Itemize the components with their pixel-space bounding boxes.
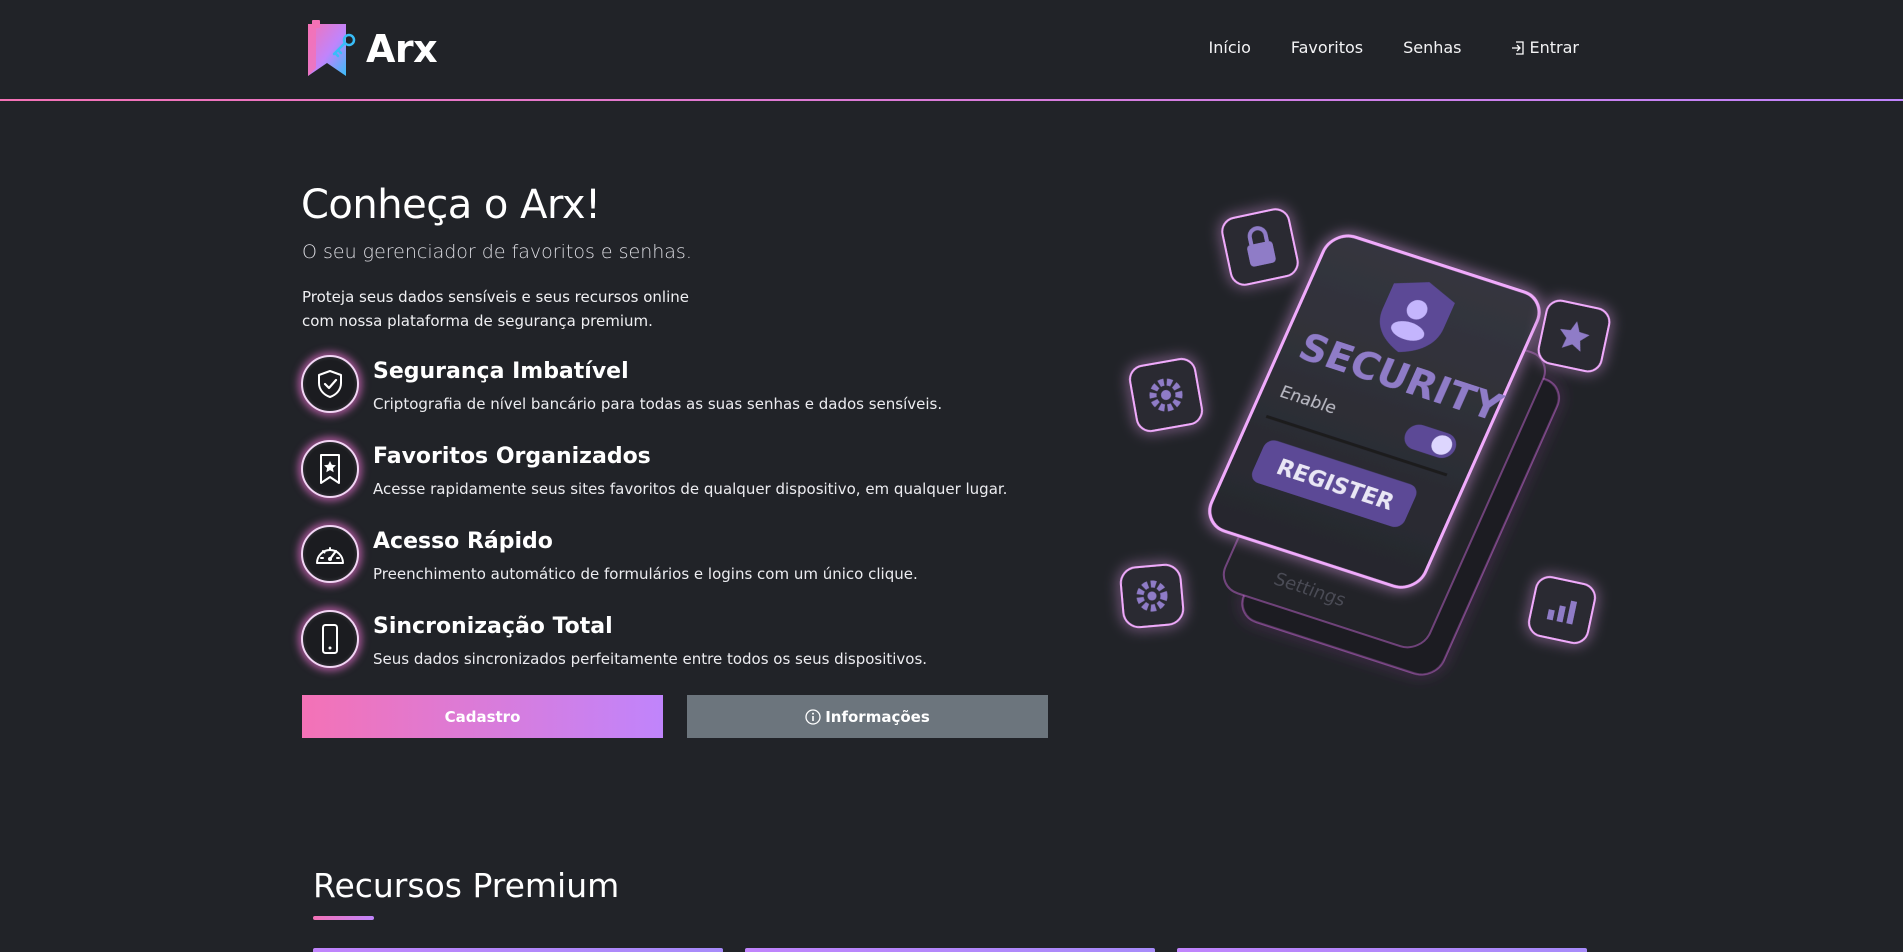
- feature-sync: Sincronização Total Seus dados sincroniz…: [301, 610, 1061, 672]
- bookmark-star-icon: [301, 440, 359, 498]
- feature-text: Seus dados sincronizados perfeitamente e…: [373, 650, 928, 668]
- section-title-underline: [313, 916, 374, 920]
- speedometer-icon: [301, 525, 359, 583]
- feature-favorites: Favoritos Organizados Acesse rapidamente…: [301, 440, 1061, 502]
- phone-icon: [301, 610, 359, 668]
- navbar: Arx Início Favoritos Senhas Entrar: [0, 0, 1903, 101]
- feature-security: Segurança Imbatível Criptografia de níve…: [301, 355, 1061, 417]
- brand-link[interactable]: Arx: [302, 18, 438, 80]
- hero-description: Proteja seus dados sensíveis e seus recu…: [302, 285, 722, 333]
- hero-description-line: com nossa plataforma de segurança premiu…: [302, 312, 653, 330]
- feature-text: Preenchimento automático de formulários …: [373, 565, 918, 583]
- nav-links: Início Favoritos Senhas Entrar: [1169, 38, 1579, 57]
- login-icon: [1511, 40, 1524, 55]
- nav-link-senhas[interactable]: Senhas: [1403, 38, 1461, 57]
- feature-title: Sincronização Total: [373, 614, 613, 639]
- premium-card: [1177, 948, 1587, 952]
- info-icon: [805, 708, 821, 725]
- informacoes-label: Informações: [825, 707, 930, 726]
- brand-name: Arx: [366, 27, 438, 71]
- nav-link-inicio[interactable]: Início: [1209, 38, 1251, 57]
- nav-link-favoritos[interactable]: Favoritos: [1291, 38, 1363, 57]
- hero-description-line: Proteja seus dados sensíveis e seus recu…: [302, 288, 689, 306]
- arx-logo-icon: [308, 20, 356, 76]
- cadastro-button[interactable]: Cadastro: [302, 695, 663, 738]
- hero-subtitle: O seu gerenciador de favoritos e senhas.: [302, 241, 692, 263]
- shield-check-icon: [301, 355, 359, 413]
- hero-title: Conheça o Arx!: [301, 182, 601, 228]
- feature-title: Acesso Rápido: [373, 529, 553, 554]
- gear-tile-icon: [1119, 563, 1185, 629]
- feature-title: Segurança Imbatível: [373, 359, 629, 384]
- lock-tile-icon: [1221, 208, 1299, 286]
- star-tile-icon: [1537, 299, 1611, 373]
- nav-link-entrar-label: Entrar: [1529, 38, 1579, 57]
- informacoes-button[interactable]: Informações: [687, 695, 1048, 738]
- feature-text: Acesse rapidamente seus sites favoritos …: [373, 480, 1008, 498]
- premium-card: [313, 948, 723, 952]
- feature-title: Favoritos Organizados: [373, 444, 651, 469]
- gear-tile-icon: [1128, 357, 1204, 433]
- chart-tile-icon: [1528, 576, 1596, 644]
- premium-card: [745, 948, 1155, 952]
- security-illustration: Settings SECURITY Enable REGISTER: [1119, 208, 1611, 676]
- feature-speed: Acesso Rápido Preenchimento automático d…: [301, 525, 1061, 587]
- feature-text: Criptografia de nível bancário para toda…: [373, 395, 943, 413]
- section-title: Recursos Premium: [313, 866, 620, 905]
- nav-link-entrar[interactable]: Entrar: [1510, 38, 1579, 57]
